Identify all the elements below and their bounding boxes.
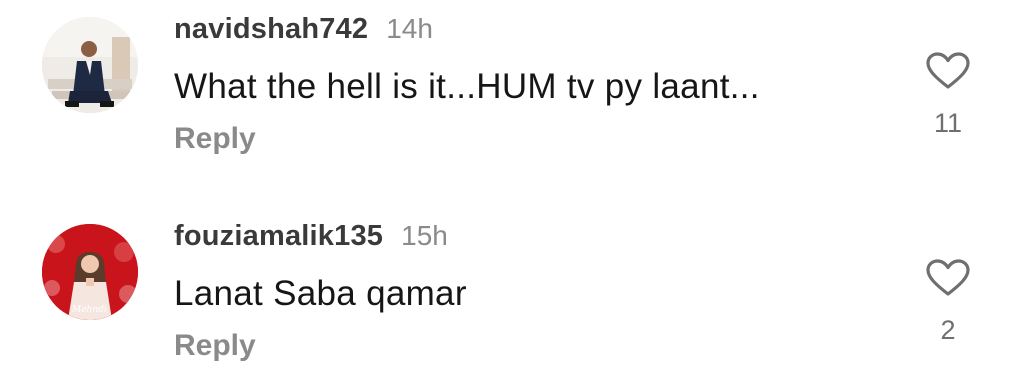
comment-text: Lanat Saba qamar <box>174 274 467 313</box>
like-control: 2 <box>918 259 978 346</box>
username[interactable]: navidshah742 <box>174 13 368 46</box>
comment-item: Mehndi fouziamalik135 15h Lanat Saba qam… <box>0 200 1024 375</box>
timestamp: 15h <box>401 220 448 251</box>
avatar[interactable] <box>42 17 138 113</box>
heart-icon[interactable] <box>926 259 970 297</box>
like-count: 11 <box>933 108 963 138</box>
comment-item: navidshah742 14h What the hell is it...H… <box>0 0 1024 190</box>
reply-button[interactable]: Reply <box>174 329 256 363</box>
reply-button[interactable]: Reply <box>174 122 256 156</box>
heart-icon[interactable] <box>926 52 970 90</box>
avatar-photo: Mehndi <box>42 224 138 320</box>
avatar-photo <box>42 17 138 113</box>
svg-text:Mehndi: Mehndi <box>71 305 107 315</box>
like-count: 2 <box>940 315 956 345</box>
like-control: 11 <box>918 52 978 139</box>
timestamp: 14h <box>386 13 433 44</box>
avatar[interactable]: Mehndi <box>42 224 138 320</box>
comment-text: What the hell is it...HUM tv py laant... <box>174 67 760 106</box>
comment-header: fouziamalik135 15h <box>174 220 448 253</box>
username[interactable]: fouziamalik135 <box>174 220 383 253</box>
comment-header: navidshah742 14h <box>174 13 433 46</box>
